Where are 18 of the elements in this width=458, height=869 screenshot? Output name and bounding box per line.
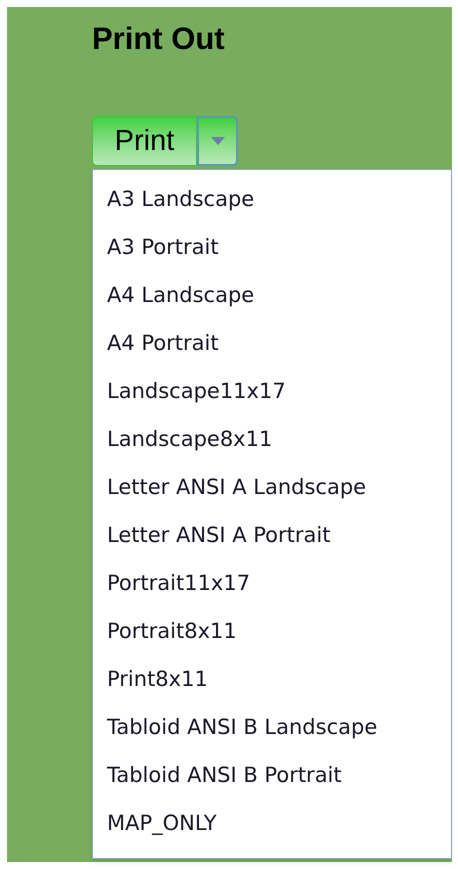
dropdown-toggle[interactable]	[197, 116, 238, 166]
menu-item[interactable]: Landscape8x11	[93, 416, 451, 464]
menu-item[interactable]: MAP_ONLY	[93, 800, 451, 848]
menu-item[interactable]: A4 Landscape	[93, 272, 451, 320]
menu-item[interactable]: A4 Portrait	[93, 320, 451, 368]
menu-item[interactable]: A3 Portrait	[93, 224, 451, 272]
menu-item[interactable]: Portrait8x11	[93, 608, 451, 656]
menu-item[interactable]: Print8x11	[93, 656, 451, 704]
menu-item[interactable]: Portrait11x17	[93, 560, 451, 608]
menu-item[interactable]: Letter ANSI A Portrait	[93, 512, 451, 560]
menu-item[interactable]: Landscape11x17	[93, 368, 451, 416]
menu-item[interactable]: Tabloid ANSI B Landscape	[93, 704, 451, 752]
menu-item[interactable]: A3 Landscape	[93, 176, 451, 224]
menu-item[interactable]: Letter ANSI A Landscape	[93, 464, 451, 512]
menu-item[interactable]: Tabloid ANSI B Portrait	[93, 752, 451, 800]
panel-title: Print Out	[92, 20, 225, 58]
caret-icon	[210, 137, 224, 145]
print-button[interactable]: Print	[92, 116, 197, 166]
